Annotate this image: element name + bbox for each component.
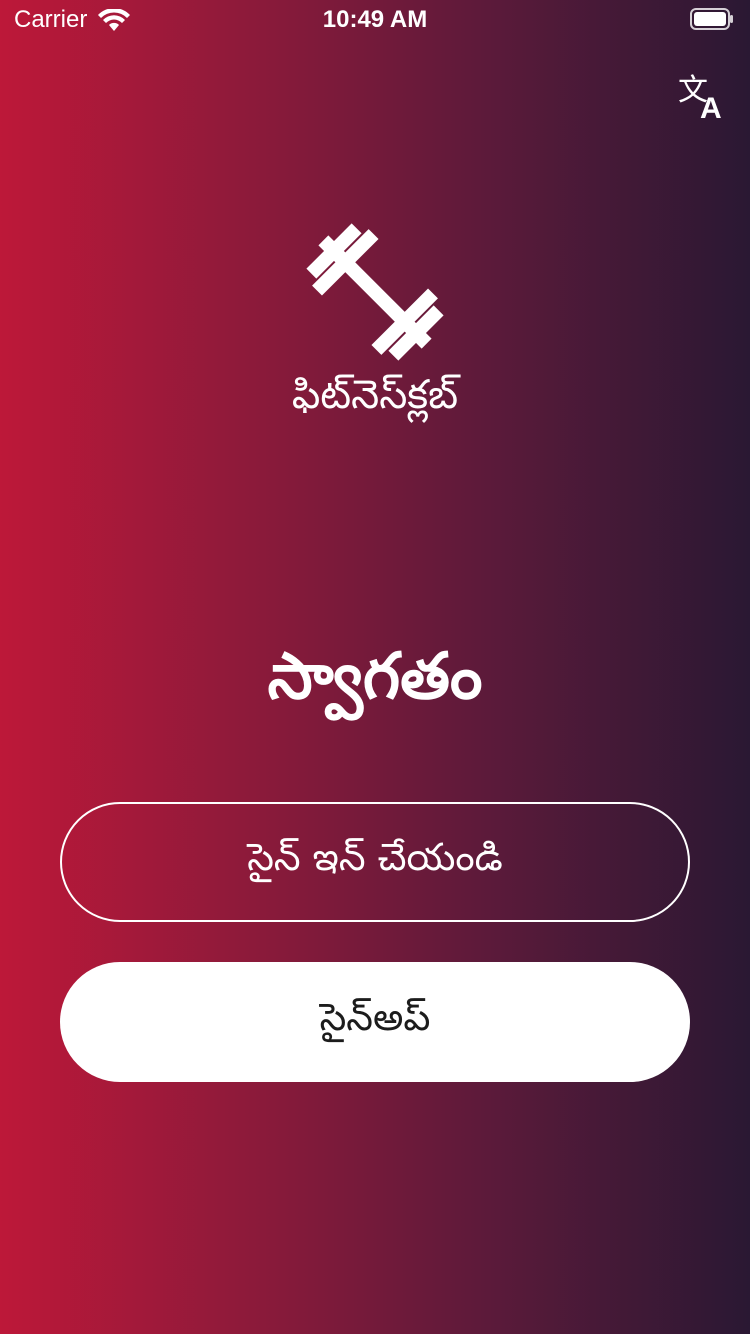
- welcome-screen: Carrier 10:49 AM 文 A: [0, 0, 750, 1334]
- welcome-title: స్వాగతం: [267, 640, 483, 714]
- svg-text:A: A: [700, 92, 722, 125]
- battery-icon: [690, 8, 734, 30]
- sign-up-label: సైన్‌అప్: [319, 995, 431, 1039]
- translate-icon: 文 A: [678, 73, 722, 125]
- sign-in-label: సైన్ ఇన్ చేయండి: [247, 835, 503, 879]
- translate-button[interactable]: 文 A: [672, 70, 732, 126]
- sign-in-button[interactable]: సైన్ ఇన్ చేయండి: [60, 802, 690, 922]
- dumbbell-icon: [300, 222, 450, 362]
- status-bar: Carrier 10:49 AM: [0, 0, 750, 40]
- status-time: 10:49 AM: [322, 6, 428, 33]
- sign-up-button[interactable]: సైన్‌అప్: [60, 962, 690, 1082]
- app-name: ఫిట్‌నెస్‌క్లబ్: [291, 372, 459, 418]
